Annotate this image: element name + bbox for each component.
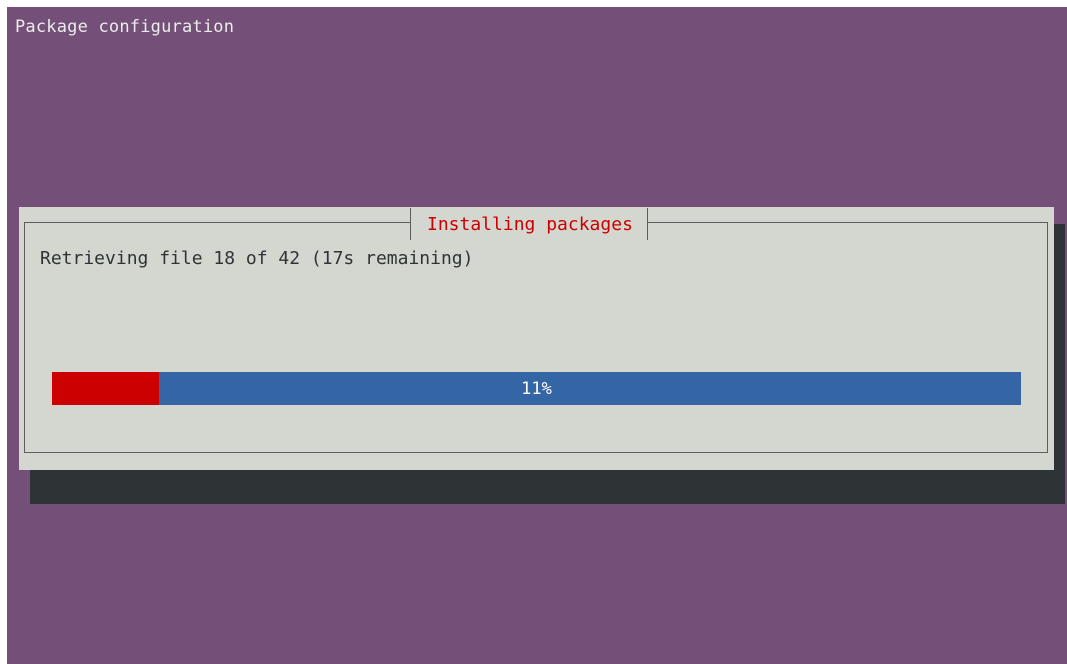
progress-percent-label: 11%	[521, 378, 552, 399]
status-message: Retrieving file 18 of 42 (17s remaining)	[40, 248, 474, 269]
dialog-title: Installing packages	[427, 213, 633, 235]
backtitle: Package configuration	[15, 17, 235, 37]
dialog-title-box: Installing packages	[410, 208, 648, 240]
progress-bar: 11%	[52, 372, 1021, 405]
terminal-screen: Package configuration Installing package…	[0, 0, 1067, 664]
